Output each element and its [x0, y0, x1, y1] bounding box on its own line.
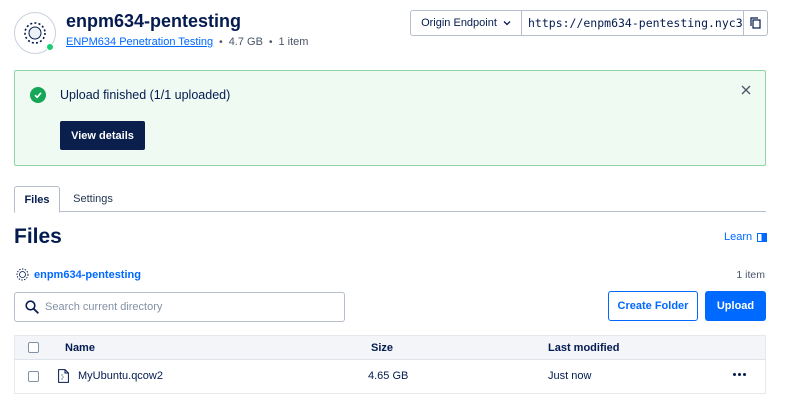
tab-bar: Files Settings: [14, 186, 766, 213]
breadcrumb[interactable]: enpm634-pentesting: [16, 268, 141, 281]
tab-settings[interactable]: Settings: [69, 186, 117, 212]
search-box: [14, 292, 345, 322]
chevron-down-icon: [503, 21, 511, 26]
separator-dot: •: [268, 36, 273, 48]
learn-label: Learn: [724, 231, 753, 243]
tab-files[interactable]: Files: [14, 186, 60, 213]
item-count: 1 item: [736, 269, 765, 281]
check-circle-icon: [30, 87, 46, 103]
row-checkbox[interactable]: [28, 371, 39, 382]
learn-link[interactable]: Learn: [724, 231, 768, 243]
search-icon: [25, 300, 39, 314]
search-input[interactable]: [45, 293, 340, 321]
file-last-modified: Just now: [548, 370, 592, 382]
table-row[interactable]: MyUbuntu.qcow2 4.65 GB Just now: [14, 360, 766, 394]
bucket-title: enpm634-pentesting: [66, 11, 242, 31]
view-details-button[interactable]: View details: [60, 121, 145, 150]
endpoint-group: Origin Endpoint https://enpm634-pentesti…: [410, 10, 768, 36]
status-dot: [46, 43, 54, 51]
endpoint-url-field[interactable]: https://enpm634-pentesting.nyc3: [522, 10, 744, 36]
endpoint-url-text: https://enpm634-pentesting.nyc3: [528, 16, 743, 30]
file-icon: [58, 369, 69, 383]
column-header-name[interactable]: Name: [65, 342, 95, 354]
endpoint-select[interactable]: Origin Endpoint: [410, 10, 522, 36]
bucket-item-count: 1 item: [278, 36, 309, 48]
copy-icon: [750, 17, 761, 29]
breadcrumb-label: enpm634-pentesting: [34, 268, 141, 281]
select-all-checkbox[interactable]: [28, 342, 39, 353]
page-title: Files: [14, 225, 62, 248]
bucket-icon: [14, 12, 56, 54]
endpoint-select-label: Origin Endpoint: [421, 17, 497, 29]
bucket-size: 4.7 GB: [228, 36, 263, 48]
bucket-header: enpm634-pentesting ENPM634 Penetration T…: [14, 10, 784, 60]
separator-dot: •: [219, 36, 223, 48]
more-options-icon[interactable]: [733, 373, 746, 376]
column-header-size[interactable]: Size: [371, 342, 393, 354]
column-header-last-modified[interactable]: Last modified: [548, 342, 620, 354]
file-size: 4.65 GB: [368, 370, 409, 382]
files-table: Name Size Last modified MyUbuntu.qcow2 4…: [14, 335, 766, 394]
copy-button[interactable]: [744, 10, 768, 36]
project-link[interactable]: ENPM634 Penetration Testing: [66, 36, 213, 48]
table-header: Name Size Last modified: [14, 335, 766, 360]
file-name[interactable]: MyUbuntu.qcow2: [78, 370, 163, 382]
book-icon: [757, 232, 768, 242]
create-folder-button[interactable]: Create Folder: [608, 291, 698, 321]
upload-button[interactable]: Upload: [705, 291, 766, 321]
bucket-small-icon: [16, 268, 29, 281]
upload-success-alert: Upload finished (1/1 uploaded) View deta…: [14, 70, 766, 166]
bucket-meta: ENPM634 Penetration Testing • 4.7 GB • 1…: [66, 36, 308, 48]
close-icon[interactable]: [739, 83, 753, 97]
alert-message: Upload finished (1/1 uploaded): [60, 88, 231, 102]
